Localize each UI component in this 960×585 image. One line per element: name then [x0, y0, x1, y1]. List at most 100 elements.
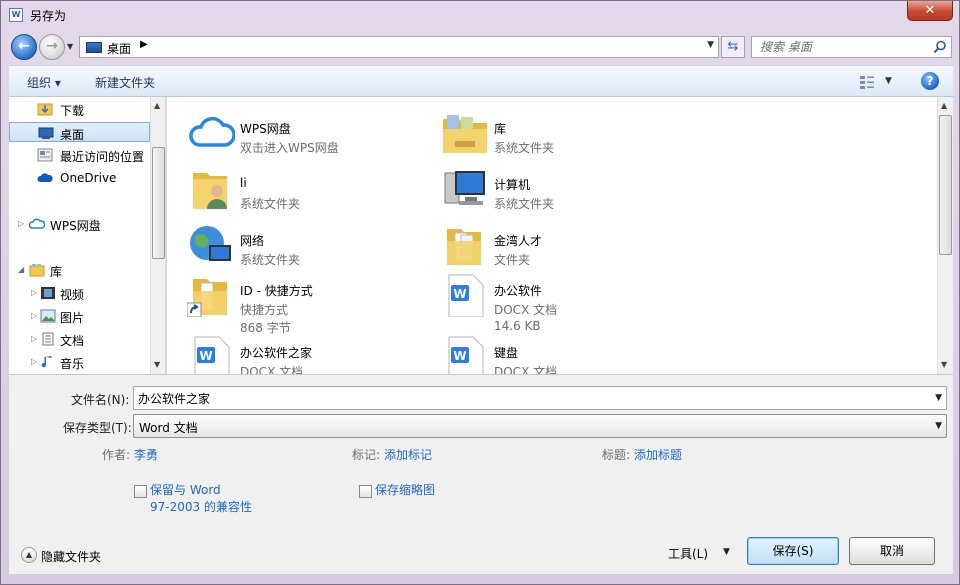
list-item-jinwan-talent[interactable]: 金湾人才 文件夹	[421, 217, 671, 269]
cloud-icon	[189, 116, 235, 147]
list-item-user-li[interactable]: li 系统文件夹	[167, 161, 417, 213]
file-detail: 系统文件夹	[494, 197, 555, 211]
compatibility-label-line1[interactable]: 保留与 Word	[150, 481, 221, 498]
word-app-icon: W	[9, 8, 23, 22]
list-item-computer[interactable]: 计算机 系统文件夹	[421, 161, 671, 213]
filetype-label: 保存类型(T):	[63, 421, 132, 435]
breadcrumb-separator-icon[interactable]: ▶	[140, 39, 148, 50]
scroll-up-icon[interactable]: ▲	[941, 101, 947, 110]
filename-input[interactable]	[134, 387, 924, 409]
file-name: WPS网盘	[240, 122, 291, 136]
cancel-button[interactable]: 取消	[849, 537, 935, 565]
recent-places-icon	[37, 148, 53, 162]
sidebar-item-music[interactable]: ▷ 音乐	[9, 352, 150, 372]
address-history-chevron-down-icon[interactable]: ▼	[707, 40, 714, 50]
tags-label: 标记:	[352, 448, 381, 462]
view-options-icon[interactable]	[859, 75, 875, 89]
forward-button[interactable]: →	[39, 34, 65, 60]
list-item-office-software[interactable]: W 办公软件 DOCX 文档 14.6 KB	[421, 267, 671, 333]
filename-chevron-down-icon[interactable]: ▼	[935, 393, 942, 403]
expand-chevron-icon[interactable]: ▷	[31, 288, 37, 297]
list-item-wps-cloud[interactable]: WPS网盘 双击进入WPS网盘	[167, 105, 417, 157]
sidebar-item-documents[interactable]: ▷ 文档	[9, 329, 150, 349]
list-item-keyboard[interactable]: W 键盘 DOCX 文档	[421, 329, 671, 374]
expand-chevron-icon[interactable]: ▷	[31, 311, 37, 320]
list-item-libraries[interactable]: 库 系统文件夹	[421, 105, 671, 157]
file-detail: DOCX 文档	[494, 365, 558, 374]
file-name: 办公软件之家	[240, 346, 313, 360]
sidebar-item-videos[interactable]: ▷ 视频	[9, 283, 150, 303]
list-item-id-shortcut[interactable]: ID - 快捷方式 快捷方式 868 字节	[167, 267, 417, 335]
author-value[interactable]: 李勇	[134, 446, 158, 463]
compatibility-checkbox[interactable]	[134, 485, 147, 498]
filetype-select[interactable]: Word 文档 ▼	[133, 414, 947, 438]
file-list-scrollbar[interactable]: ▲ ▼	[937, 97, 953, 374]
filetype-value: Word 文档	[139, 421, 198, 435]
organize-button[interactable]: 组织 ▾	[27, 74, 61, 91]
save-thumbnail-label[interactable]: 保存缩略图	[375, 481, 435, 498]
address-crumb-desktop[interactable]: 桌面	[107, 40, 131, 57]
command-bar: 组织 ▾ 新建文件夹 ▼ ?	[9, 65, 953, 97]
save-button[interactable]: 保存(S)	[747, 537, 839, 565]
sidebar-item-label: OneDrive	[60, 171, 117, 185]
save-thumbnail-checkbox[interactable]	[359, 485, 372, 498]
filename-label: 文件名(N):	[71, 393, 130, 407]
file-name: 网络	[240, 234, 265, 248]
scrollbar-thumb[interactable]	[152, 147, 165, 259]
view-chevron-down-icon[interactable]: ▼	[885, 76, 892, 86]
hide-folders-button[interactable]: 隐藏文件夹	[41, 548, 101, 565]
add-tags-link[interactable]: 添加标记	[384, 446, 432, 463]
sidebar-item-desktop[interactable]: 桌面	[9, 122, 150, 142]
filetype-chevron-down-icon[interactable]: ▼	[935, 421, 942, 431]
scroll-up-icon[interactable]: ▲	[154, 101, 160, 110]
sidebar-item-downloads[interactable]: 下载	[9, 99, 150, 119]
recent-pages-chevron-down-icon[interactable]: ▼	[67, 42, 73, 51]
scroll-down-icon[interactable]: ▼	[154, 360, 160, 369]
shortcut-folder-icon	[187, 279, 227, 317]
address-bar[interactable]: 桌面 ▶ ▼	[79, 36, 719, 58]
sidebar-item-label: 下载	[60, 104, 85, 118]
scrollbar-thumb[interactable]	[939, 115, 952, 255]
network-globe-icon	[190, 226, 231, 261]
collapse-chevron-icon[interactable]: ◢	[18, 265, 24, 274]
help-icon[interactable]: ?	[921, 72, 939, 90]
computer-icon	[444, 171, 485, 205]
compatibility-label-line2[interactable]: 97-2003 的兼容性	[150, 498, 252, 515]
pictures-icon	[40, 309, 56, 323]
expand-chevron-icon[interactable]: ▷	[31, 357, 37, 366]
tools-button[interactable]: 工具(L)	[668, 545, 708, 562]
search-input[interactable]	[752, 37, 927, 57]
sidebar-item-onedrive[interactable]: OneDrive	[9, 168, 150, 188]
hide-folders-chevron-up-icon[interactable]: ▲	[21, 547, 37, 563]
navigation-pane-scrollbar[interactable]: ▲ ▼	[150, 97, 165, 374]
expand-chevron-icon[interactable]: ▷	[31, 334, 37, 343]
expand-chevron-icon[interactable]: ▷	[18, 219, 24, 228]
navigation-pane: 下载 桌面 最近访问的位置 OneDrive ▷ WPS网盘 ◢ 库 ▷ 视频	[9, 97, 166, 374]
sidebar-item-libraries[interactable]: ◢ 库	[9, 260, 150, 280]
file-detail: DOCX 文档	[240, 365, 304, 374]
file-name: 金湾人才	[494, 234, 543, 248]
refresh-button[interactable]: ⇆	[721, 36, 745, 58]
sidebar-item-recent-places[interactable]: 最近访问的位置	[9, 145, 150, 165]
sidebar-item-wps-cloud[interactable]: ▷ WPS网盘	[9, 214, 150, 234]
new-folder-button[interactable]: 新建文件夹	[95, 74, 155, 91]
sidebar-item-label: 图片	[60, 311, 85, 325]
music-note-icon	[41, 356, 52, 368]
sidebar-item-label: 视频	[60, 288, 85, 302]
search-icon[interactable]	[933, 40, 947, 54]
close-button[interactable]: ✕	[907, 1, 953, 21]
scroll-down-icon[interactable]: ▼	[941, 360, 947, 369]
sidebar-item-pictures[interactable]: ▷ 图片	[9, 306, 150, 326]
list-item-network[interactable]: 网络 系统文件夹	[167, 217, 417, 269]
svg-text:W: W	[199, 349, 212, 363]
tools-chevron-down-icon[interactable]: ▼	[723, 547, 730, 557]
back-button[interactable]: ←	[11, 34, 37, 60]
documents-icon	[42, 332, 54, 346]
title-bar: W 另存为 ✕	[1, 1, 959, 29]
add-title-link[interactable]: 添加标题	[634, 446, 682, 463]
file-name: 办公软件	[494, 284, 543, 298]
file-list: WPS网盘 双击进入WPS网盘 库 系统文件夹 li 系统文件夹 计算机 系统文…	[167, 97, 937, 374]
file-detail: 快捷方式	[240, 303, 289, 317]
library-folder-icon	[443, 115, 487, 153]
list-item-office-software-home[interactable]: W 办公软件之家 DOCX 文档	[167, 329, 417, 374]
